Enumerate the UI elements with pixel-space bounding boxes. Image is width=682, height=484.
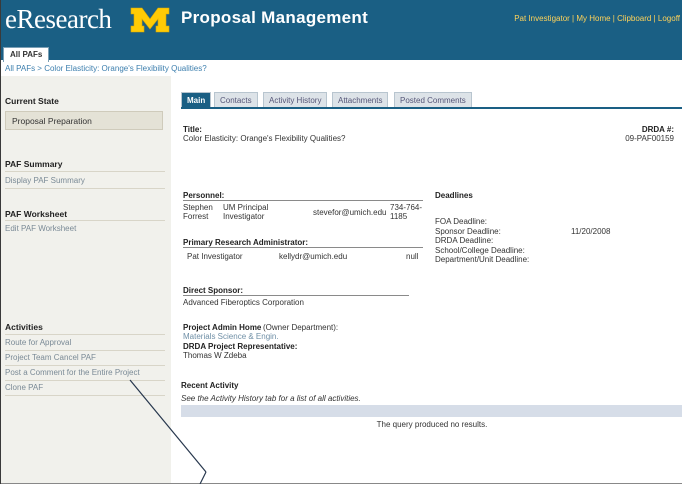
- no-results-message: The query produced no results.: [376, 420, 488, 429]
- direct-sponsor-label: Direct Sponsor:: [183, 286, 244, 295]
- sidebar: [1, 76, 171, 484]
- pra-name: Pat Investigator: [187, 252, 243, 261]
- divider: [5, 188, 165, 189]
- project-admin-suffix: (Owner Department):: [263, 323, 339, 332]
- current-state-heading: Current State: [5, 96, 59, 106]
- drda-deadline-label: DRDA Deadline:: [435, 236, 494, 245]
- school-deadline-label: School/College Deadline:: [435, 246, 525, 255]
- top-tab-strip: [1, 44, 682, 60]
- direct-sponsor-value: Advanced Fiberoptics Corporation: [183, 298, 304, 307]
- user-link[interactable]: Pat Investigator: [514, 14, 570, 23]
- current-state-value: Proposal Preparation: [5, 111, 163, 130]
- personnel-last-name: Forrest: [183, 212, 209, 221]
- activities-heading: Activities: [5, 322, 43, 332]
- sponsor-deadline-value: 11/20/2008: [571, 227, 611, 236]
- app-title: Proposal Management: [181, 8, 369, 27]
- divider: [183, 247, 423, 248]
- tab-underline: [181, 107, 682, 109]
- drda-number-label: DRDA #:: [641, 125, 674, 134]
- pra-email: kellydr@umich.edu: [279, 252, 348, 261]
- sponsor-deadline-label: Sponsor Deadline:: [435, 227, 501, 236]
- my-home-link[interactable]: My Home: [576, 14, 610, 23]
- personnel-first-name: Stephen: [183, 203, 213, 212]
- tab-activity-history[interactable]: Activity History: [263, 92, 328, 107]
- tab-posted-comments[interactable]: Posted Comments: [394, 92, 472, 107]
- divider: [5, 380, 165, 381]
- project-admin-label: Project Admin Home: [183, 323, 262, 332]
- tab-attachments[interactable]: Attachments: [332, 92, 389, 107]
- personnel-phone: 734-764-: [390, 203, 423, 212]
- cancel-paf-link[interactable]: Project Team Cancel PAF: [5, 353, 96, 362]
- display-paf-summary-link[interactable]: Display PAF Summary: [5, 176, 85, 185]
- deadlines-label: Deadlines: [435, 191, 473, 200]
- personnel-phone: 1185: [390, 212, 408, 221]
- divider: [5, 365, 165, 366]
- title-label: Title:: [183, 125, 202, 134]
- pra-phone: null: [406, 252, 419, 261]
- divider: [183, 295, 409, 296]
- paf-worksheet-heading: PAF Worksheet: [5, 209, 68, 219]
- logoff-link[interactable]: Logoff: [658, 14, 680, 23]
- drda-rep-value: Thomas W Zdeba: [183, 351, 247, 360]
- clone-paf-link[interactable]: Clone PAF: [5, 383, 43, 392]
- personnel-role: Investigator: [223, 212, 265, 221]
- recent-activity-heading: Recent Activity: [181, 381, 239, 390]
- route-for-approval-link[interactable]: Route for Approval: [5, 338, 71, 347]
- dept-deadline-label: Department/Unit Deadline:: [435, 255, 530, 264]
- top-links: Pat Investigator | My Home | Clipboard |…: [514, 14, 680, 23]
- post-comment-link[interactable]: Post a Comment for the Entire Project: [5, 368, 140, 377]
- drda-number-value: 09-PAF00159: [625, 134, 674, 143]
- divider: [5, 350, 165, 351]
- title-value: Color Elasticity: Orange's Flexibility Q…: [183, 134, 346, 143]
- drda-rep-label: DRDA Project Representative:: [183, 342, 298, 351]
- tab-contacts[interactable]: Contacts: [214, 92, 258, 107]
- recent-activity-note: See the Activity History tab for a list …: [181, 394, 361, 403]
- divider: [5, 395, 165, 396]
- breadcrumb[interactable]: All PAFs > Color Elasticity: Orange's Fl…: [5, 64, 207, 73]
- personnel-email: stevefor@umich.edu: [313, 208, 387, 217]
- personnel-label: Personnel:: [183, 191, 225, 200]
- edit-paf-worksheet-link[interactable]: Edit PAF Worksheet: [5, 224, 76, 233]
- personnel-role: UM Principal: [223, 203, 269, 212]
- foa-deadline-label: FOA Deadline:: [435, 217, 488, 226]
- tab-all-pafs[interactable]: All PAFs: [3, 47, 50, 62]
- app-window: eResearch Proposal Management Pat Invest…: [0, 0, 682, 484]
- eresearch-logo[interactable]: eResearch: [5, 4, 112, 34]
- clipboard-link[interactable]: Clipboard: [617, 14, 651, 23]
- divider: [5, 171, 165, 172]
- tab-main[interactable]: Main: [181, 92, 212, 107]
- paf-summary-heading: PAF Summary: [5, 159, 63, 169]
- divider: [183, 200, 423, 201]
- project-admin-value[interactable]: Materials Science & Engin.: [183, 332, 279, 341]
- block-m-logo-icon: [130, 7, 170, 33]
- pra-label: Primary Research Administrator:: [183, 238, 309, 247]
- activity-table-header: [181, 405, 682, 417]
- divider: [5, 334, 165, 335]
- divider: [5, 220, 165, 221]
